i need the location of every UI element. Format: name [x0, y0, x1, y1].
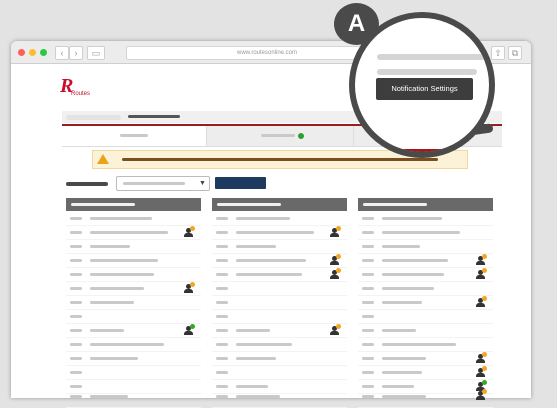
forward-icon[interactable]: ›: [69, 46, 83, 60]
user-avatar-icon[interactable]: [476, 296, 487, 307]
user-avatar-icon[interactable]: [330, 324, 341, 335]
maximize-window-icon[interactable]: [40, 49, 47, 56]
sidebar-toggle-icon[interactable]: ▭: [87, 46, 105, 60]
apply-button[interactable]: [215, 177, 266, 189]
user-avatar-icon[interactable]: [184, 324, 195, 335]
close-window-icon[interactable]: [18, 49, 25, 56]
column-3: [358, 198, 493, 408]
column-1: [66, 198, 201, 408]
logo-text: Routes: [71, 91, 90, 97]
tab-1[interactable]: [62, 126, 207, 146]
user-avatar-icon[interactable]: [476, 254, 487, 265]
column-header: [66, 198, 201, 211]
breadcrumb-current: [128, 115, 180, 118]
column-2: [212, 198, 347, 408]
user-avatar-icon[interactable]: [330, 268, 341, 279]
user-avatar-icon[interactable]: [330, 254, 341, 265]
back-icon[interactable]: ‹: [55, 46, 69, 60]
column-header: [212, 198, 347, 211]
column-header: [358, 198, 493, 211]
user-avatar-icon[interactable]: [184, 226, 195, 237]
tabs-icon[interactable]: ⧉: [508, 46, 522, 60]
user-avatar-icon[interactable]: [330, 226, 341, 237]
callout-badge: A: [334, 3, 379, 45]
breadcrumb-home[interactable]: [66, 115, 121, 120]
minimize-window-icon[interactable]: [29, 49, 36, 56]
user-avatar-icon[interactable]: [476, 352, 487, 363]
tab-2[interactable]: [207, 126, 354, 146]
user-avatar-icon[interactable]: [184, 282, 195, 293]
share-icon[interactable]: ⇧: [491, 46, 505, 60]
user-avatar-icon[interactable]: [476, 389, 487, 400]
filter-label: [66, 182, 108, 186]
routes-logo-icon: R Routes: [59, 75, 90, 97]
user-avatar-icon[interactable]: [476, 366, 487, 377]
warning-icon: [97, 154, 109, 164]
notification-settings-button[interactable]: Notification Settings: [376, 78, 473, 100]
user-avatar-icon[interactable]: [476, 268, 487, 279]
routes-logo[interactable]: R Routes: [57, 73, 97, 103]
online-status-dot: [298, 133, 304, 139]
chevron-down-icon: ▼: [199, 180, 206, 187]
filter-select[interactable]: ▼: [116, 176, 210, 191]
